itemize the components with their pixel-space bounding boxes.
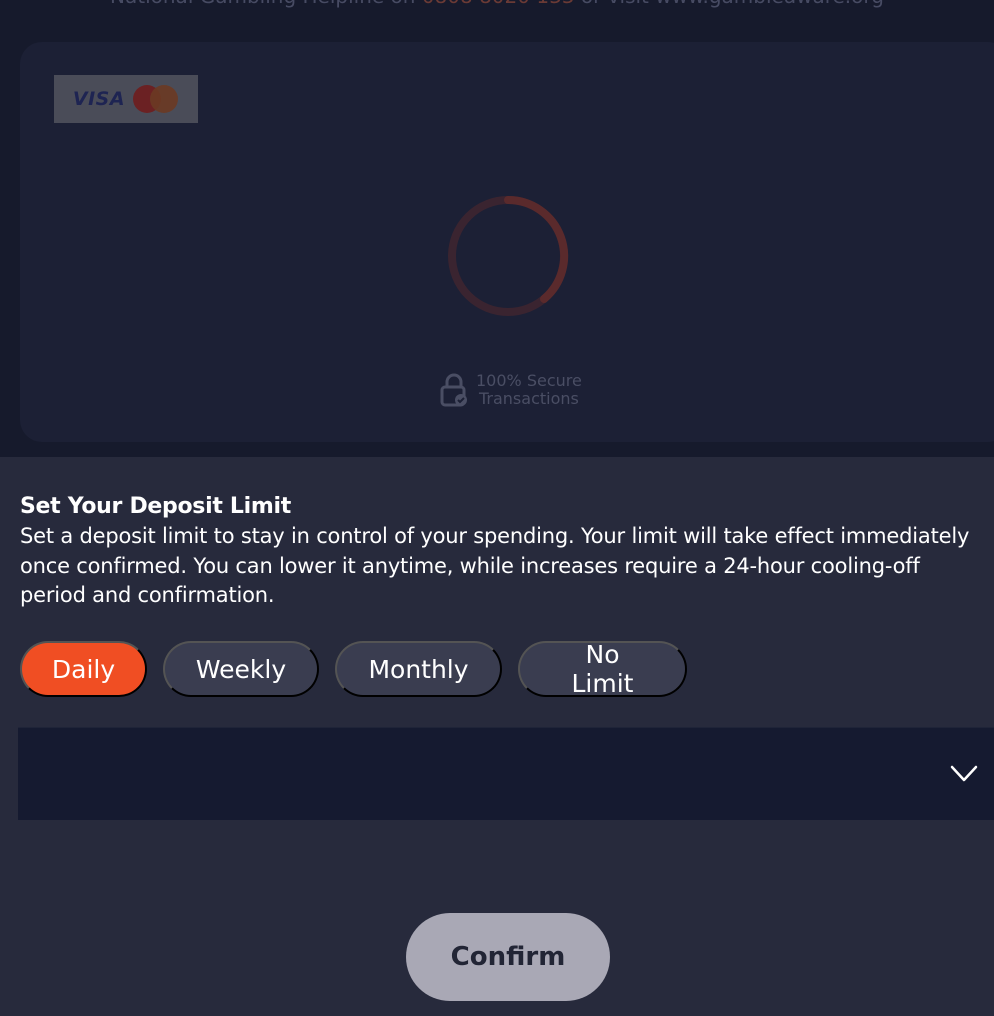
loading-spinner-icon xyxy=(448,195,569,316)
mastercard-logo xyxy=(133,85,179,113)
helpline-phone-link[interactable]: 0808 8020 133 xyxy=(422,0,575,8)
secure-label-line1: 100% Secure xyxy=(476,371,582,390)
secure-label-line2: Transactions xyxy=(478,389,579,408)
helpline-suffix: or visit www.gambleaware.org xyxy=(575,0,884,8)
page-backdrop: National Gambling Helpline on 0808 8020 … xyxy=(0,0,994,457)
deposit-limit-title: Set Your Deposit Limit xyxy=(20,494,291,519)
chevron-down-icon[interactable] xyxy=(949,762,979,784)
tab-monthly[interactable]: Monthly xyxy=(335,641,502,697)
gambling-helpline-text: National Gambling Helpline on 0808 8020 … xyxy=(0,0,994,8)
lock-check-icon xyxy=(440,373,467,407)
limit-amount-select[interactable] xyxy=(18,727,994,820)
deposit-limit-description: Set a deposit limit to stay in control o… xyxy=(20,524,970,607)
confirm-button[interactable]: Confirm xyxy=(406,913,610,1001)
secure-transactions-label: 100% Secure Transactions xyxy=(476,372,582,408)
visa-logo: VISA xyxy=(72,88,126,110)
payment-card-panel: VISA 100% Secure Transactions xyxy=(20,42,994,442)
tab-no-limit[interactable]: No Limit xyxy=(518,640,687,698)
helpline-prefix: National Gambling Helpline on xyxy=(110,0,422,8)
limit-period-tabs: Daily Weekly Monthly No Limit xyxy=(20,640,687,698)
secure-transactions-badge: 100% Secure Transactions xyxy=(440,372,582,408)
tab-daily[interactable]: Daily xyxy=(20,641,147,697)
tab-weekly[interactable]: Weekly xyxy=(163,641,319,697)
deposit-limit-sheet: Set Your Deposit Limit Set a deposit lim… xyxy=(0,457,994,1016)
payment-logos: VISA xyxy=(54,75,198,123)
